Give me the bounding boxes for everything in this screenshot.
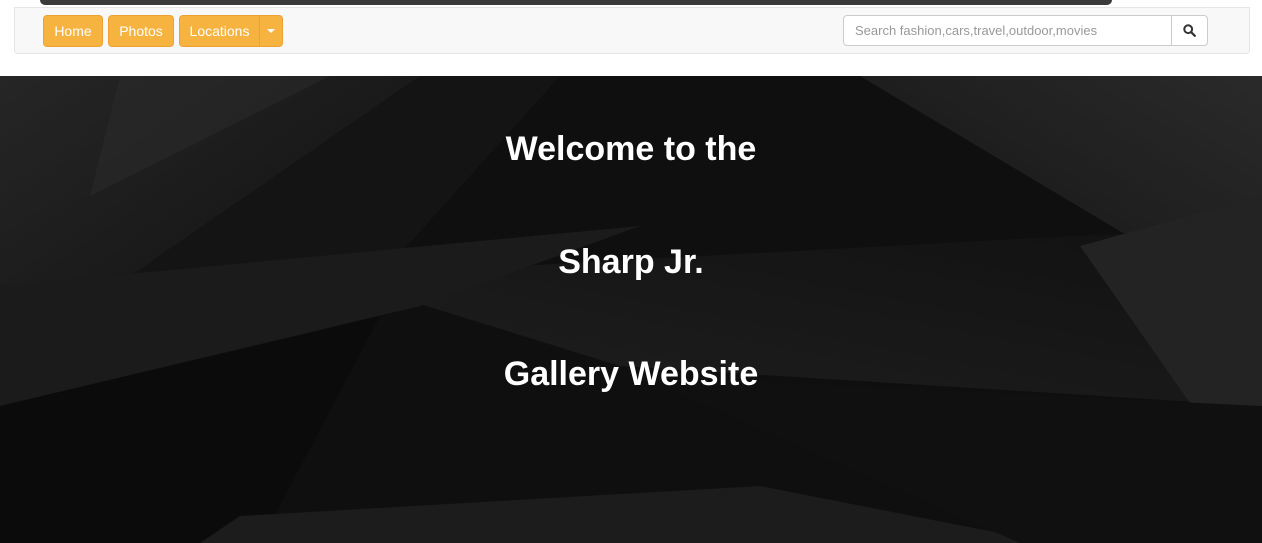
hero-title-line-2: Sharp Jr. xyxy=(558,243,704,281)
home-button[interactable]: Home xyxy=(43,15,103,47)
photos-button[interactable]: Photos xyxy=(108,15,174,47)
locations-dropdown-toggle[interactable] xyxy=(259,15,283,47)
locations-button[interactable]: Locations xyxy=(179,15,260,47)
hero-title-line-3: Gallery Website xyxy=(503,355,759,393)
hero-banner: Welcome to the Sharp Jr. Gallery Website xyxy=(0,76,1262,543)
caret-down-icon xyxy=(267,29,275,34)
top-strip xyxy=(0,0,1262,7)
search-input[interactable] xyxy=(843,15,1172,46)
search-button[interactable] xyxy=(1171,15,1208,46)
hero-title-line-1: Welcome to the xyxy=(505,130,757,168)
top-edge-bar xyxy=(40,0,1112,5)
search-icon xyxy=(1183,24,1196,37)
